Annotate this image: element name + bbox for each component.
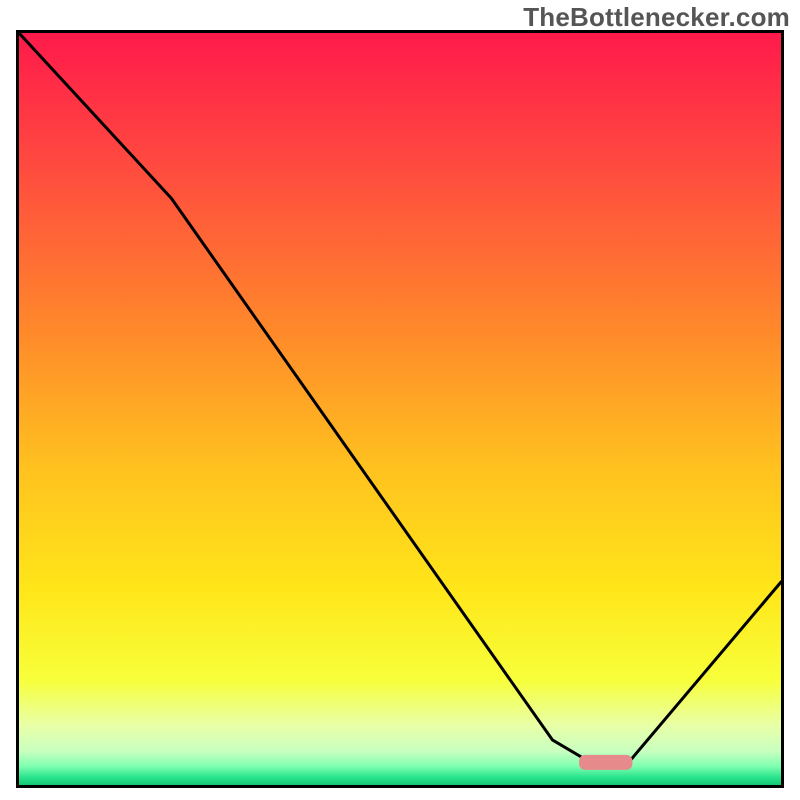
line-chart bbox=[19, 33, 781, 785]
watermark-text: TheBottlenecker.com bbox=[523, 2, 790, 33]
optimal-marker bbox=[579, 755, 632, 770]
plot-frame bbox=[16, 30, 784, 788]
chart-container: TheBottlenecker.com bbox=[0, 0, 800, 800]
gradient-background bbox=[19, 33, 781, 785]
